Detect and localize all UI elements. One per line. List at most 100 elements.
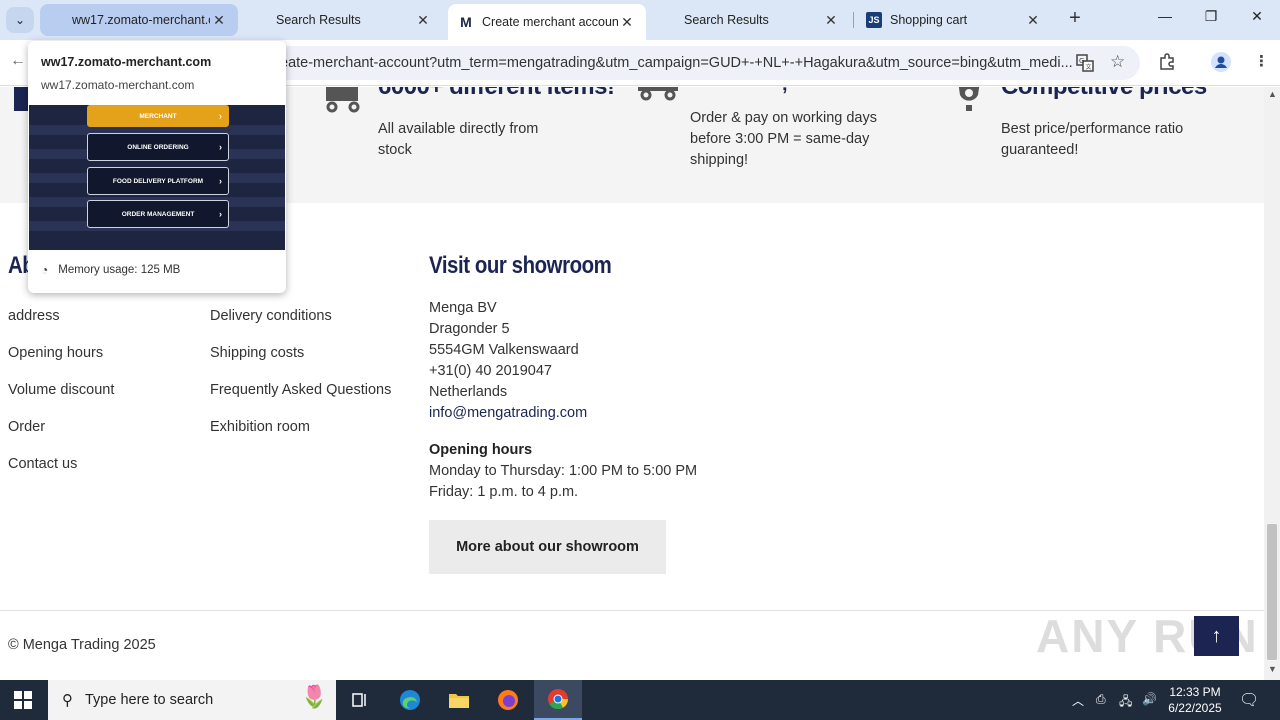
volume-icon[interactable]: 🔊 xyxy=(1142,692,1157,706)
arrow-up-icon: ↑ xyxy=(1211,624,1222,647)
file-explorer-icon[interactable] xyxy=(435,680,483,720)
search-icon: ⚲ xyxy=(62,692,73,709)
task-view-icon[interactable] xyxy=(336,680,384,720)
bookmark-star-icon[interactable]: ☆ xyxy=(1110,52,1125,72)
phone-number: +31(0) 40 2019047 xyxy=(429,363,552,379)
clock-date: 6/22/2025 xyxy=(1168,701,1222,715)
back-arrow-icon[interactable]: ← xyxy=(10,52,26,70)
tab-create-merchant-account[interactable]: M Create merchant account ✕ xyxy=(448,4,646,40)
chevron-down-icon: ⌄ xyxy=(14,13,26,27)
memory-usage-text: Memory usage: 125 MB xyxy=(58,264,181,276)
windows-start-icon[interactable] xyxy=(14,691,32,709)
feature-desc: Order & pay on working days before 3:00 … xyxy=(690,110,877,168)
taskbar-clock[interactable]: 12:33 PM 6/22/2025 xyxy=(1166,684,1224,716)
feature-title: Competitive prices xyxy=(1001,87,1207,101)
cart-icon xyxy=(322,87,366,120)
tab-label: Shopping cart xyxy=(890,13,968,27)
tab-search-button[interactable]: ⌄ xyxy=(6,7,34,33)
footer-link-address[interactable]: address xyxy=(8,308,60,324)
copyright-text: © Menga Trading 2025 xyxy=(8,637,156,653)
preview-menu-item: ONLINE ORDERING › xyxy=(87,133,229,161)
extensions-icon[interactable] xyxy=(1158,52,1176,74)
edge-icon[interactable] xyxy=(386,680,434,720)
restore-button[interactable]: ❐ xyxy=(1196,8,1226,32)
close-window-button[interactable]: ✕ xyxy=(1242,8,1272,32)
memory-usage: ◔ Memory usage: 125 MB xyxy=(41,263,180,277)
tab-label: Search Results xyxy=(276,13,361,27)
address-line: Dragonder 5 xyxy=(429,321,510,337)
hover-card-preview: MERCHANT › ONLINE ORDERING › FOOD DELIVERY… xyxy=(29,105,285,250)
close-icon[interactable]: ✕ xyxy=(414,12,432,29)
close-icon[interactable]: ✕ xyxy=(822,12,840,29)
address-line: Netherlands xyxy=(429,384,508,400)
footer-link-order[interactable]: Order xyxy=(8,419,45,435)
tab-zomato[interactable]: ww17.zomato-merchant.c ✕ xyxy=(40,4,238,36)
footer-link-delivery-conditions[interactable]: Delivery conditions xyxy=(210,308,332,324)
truck-icon xyxy=(636,87,680,108)
footer-link-volume-discount[interactable]: Volume discount xyxy=(8,382,114,398)
tab-separator xyxy=(853,12,854,28)
email-link[interactable]: info@mengatrading.com xyxy=(429,405,587,421)
tray-device-icon[interactable]: ⎙ xyxy=(1096,692,1106,707)
memory-gauge-icon: ◔ xyxy=(41,263,49,277)
back-to-top-button[interactable]: ↑ xyxy=(1194,616,1239,656)
scrollbar-thumb[interactable] xyxy=(1267,524,1277,660)
clock-time: 12:33 PM xyxy=(1169,685,1221,699)
tray-chevron-up-icon[interactable]: ︿ xyxy=(1072,692,1084,709)
footer-link-opening-hours[interactable]: Opening hours xyxy=(8,345,103,361)
scroll-up-arrow-icon[interactable]: ▲ xyxy=(1268,89,1277,99)
hours-line: Friday: 1 p.m. to 4 p.m. xyxy=(429,484,579,500)
merchant-favicon-icon: M xyxy=(460,14,472,30)
feature-desc: All available directly from stock xyxy=(378,121,539,158)
minimize-button[interactable]: — xyxy=(1150,8,1180,32)
taskbar-search-box[interactable]: ⚲ Type here to search 🌷 xyxy=(48,680,336,720)
feature-desc: Best price/performance ratio guaranteed! xyxy=(1001,121,1184,158)
url-text[interactable]: eate-merchant-account?utm_term=mengatrad… xyxy=(280,55,1072,71)
address-line: 5554GM Valkenswaard xyxy=(429,342,579,358)
showroom-heading: Visit our showroom xyxy=(429,252,612,279)
tab-hover-card: ww17.zomato-merchant.com ww17.zomato-mer… xyxy=(28,41,286,293)
hover-card-title: ww17.zomato-merchant.com xyxy=(41,55,212,69)
hover-card-domain: ww17.zomato-merchant.com xyxy=(41,78,195,92)
close-icon[interactable]: ✕ xyxy=(1024,12,1042,29)
new-tab-button[interactable]: + xyxy=(1064,8,1086,30)
feature-title: ‚ xyxy=(782,87,788,96)
tab-label: Create merchant account xyxy=(482,15,618,29)
tab-search-results-2[interactable]: Search Results ✕ xyxy=(654,4,850,36)
svg-text:G: G xyxy=(1079,57,1084,65)
js-favicon-icon: JS xyxy=(866,12,882,28)
chrome-icon[interactable] xyxy=(534,680,582,720)
close-icon[interactable]: ✕ xyxy=(210,12,228,29)
address-bar[interactable]: eate-merchant-account?utm_term=mengatrad… xyxy=(270,46,1140,80)
feature-title: 6000+ different items! xyxy=(378,87,615,101)
menu-kebab-icon[interactable]: ⋮ xyxy=(1254,52,1269,70)
footer-link-exhibition-room[interactable]: Exhibition room xyxy=(210,419,310,435)
tab-search-results-1[interactable]: Search Results ✕ xyxy=(246,4,442,36)
close-icon[interactable]: ✕ xyxy=(618,14,636,31)
scroll-down-arrow-icon[interactable]: ▼ xyxy=(1268,664,1277,674)
translate-icon[interactable]: G文 xyxy=(1076,54,1094,76)
network-icon[interactable]: 🖧 xyxy=(1119,692,1132,713)
address-line: Menga BV xyxy=(429,300,497,316)
page-scrollbar[interactable]: ▲ ▼ xyxy=(1264,87,1280,680)
footer-link-faq[interactable]: Frequently Asked Questions xyxy=(210,382,391,398)
tab-label: Search Results xyxy=(684,13,769,27)
preview-menu-item: FOOD DELIVERY PLATFORM › xyxy=(87,167,229,195)
profile-avatar-icon[interactable] xyxy=(1211,52,1231,76)
footer-link-shipping-costs[interactable]: Shipping costs xyxy=(210,345,304,361)
preview-menu-item: ORDER MANAGEMENT › xyxy=(87,200,229,228)
preview-menu-item: MERCHANT › xyxy=(87,105,229,127)
tab-label: ww17.zomato-merchant.c xyxy=(72,13,210,27)
tab-strip: ⌄ ww17.zomato-merchant.c ✕ Search Result… xyxy=(0,0,1280,40)
opening-hours-title: Opening hours xyxy=(429,442,533,458)
notifications-icon[interactable]: 🗨 xyxy=(1239,690,1259,710)
more-about-showroom-button[interactable]: More about our showroom xyxy=(429,520,666,574)
gear-icon xyxy=(952,87,986,118)
taskbar-search-placeholder: Type here to search xyxy=(85,692,214,708)
tab-shopping-cart[interactable]: JS Shopping cart ✕ xyxy=(856,4,1052,36)
hours-line: Monday to Thursday: 1:00 PM to 5:00 PM xyxy=(429,463,698,479)
firefox-icon[interactable] xyxy=(484,680,532,720)
tulips-icon: 🌷 xyxy=(300,684,328,709)
footer-link-contact-us[interactable]: Contact us xyxy=(8,456,77,472)
svg-text:文: 文 xyxy=(1086,63,1092,71)
